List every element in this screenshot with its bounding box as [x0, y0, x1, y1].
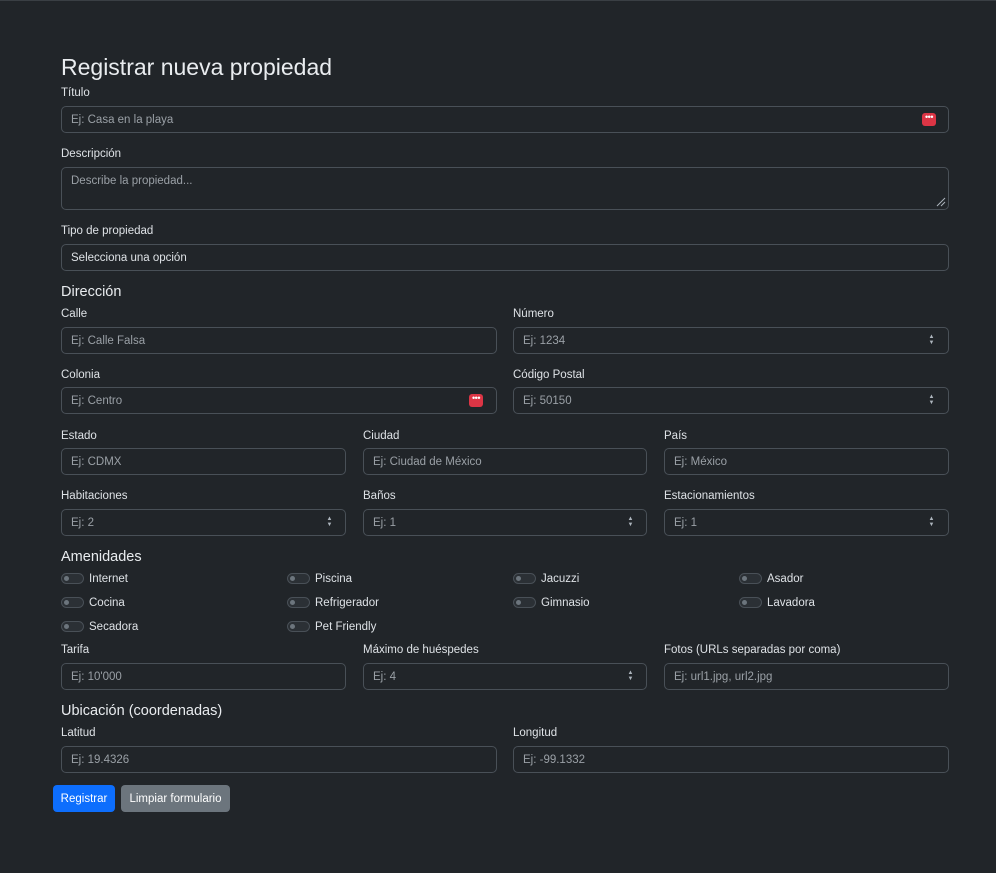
calle-input[interactable] — [61, 327, 497, 354]
tarifa-input[interactable] — [61, 663, 346, 690]
titulo-label: Título — [61, 87, 90, 99]
amenidad-piscina-label: Piscina — [315, 573, 353, 585]
password-manager-icon[interactable]: ••• — [922, 113, 936, 126]
ubicacion-heading: Ubicación (coordenadas) — [61, 703, 223, 719]
amenidad-cocina-switch[interactable] — [61, 597, 84, 608]
titulo-input[interactable] — [61, 106, 949, 133]
limpiar-formulario-button[interactable]: Limpiar formulario — [121, 785, 230, 812]
tipo-label: Tipo de propiedad — [61, 225, 154, 237]
banos-input[interactable] — [363, 509, 647, 536]
tipo-selected-value: Selecciona una opción — [71, 252, 187, 264]
longitud-input[interactable] — [513, 746, 949, 773]
cp-input[interactable] — [513, 387, 949, 414]
page-title: Registrar nueva propiedad — [61, 54, 333, 80]
amenidad-cocina-label: Cocina — [89, 597, 125, 609]
numero-input[interactable] — [513, 327, 949, 354]
cp-spinner-icon[interactable]: ▲ ▼ — [927, 394, 936, 406]
numero-spinner-icon[interactable]: ▲ ▼ — [927, 334, 936, 346]
amenidad-secadora-label: Secadora — [89, 621, 139, 633]
top-border — [0, 0, 996, 1]
habitaciones-input[interactable] — [61, 509, 346, 536]
huespedes-spinner-icon[interactable]: ▲ ▼ — [626, 670, 635, 682]
estacionamientos-spinner-icon[interactable]: ▲ ▼ — [927, 516, 936, 528]
huespedes-input[interactable] — [363, 663, 647, 690]
registrar-button[interactable]: Registrar — [53, 785, 115, 812]
fotos-input[interactable] — [664, 663, 949, 690]
tarifa-label: Tarifa — [61, 644, 90, 656]
habitaciones-spinner-icon[interactable]: ▲ ▼ — [325, 516, 334, 528]
amenidad-pet-friendly-label: Pet Friendly — [315, 621, 377, 633]
estado-label: Estado — [61, 430, 97, 442]
estacionamientos-input[interactable] — [664, 509, 949, 536]
colonia-label: Colonia — [61, 369, 100, 381]
amenidad-refrigerador-label: Refrigerador — [315, 597, 379, 609]
amenidad-gimnasio-label: Gimnasio — [541, 597, 590, 609]
amenidad-asador-switch[interactable] — [739, 573, 762, 584]
direccion-heading: Dirección — [61, 284, 122, 300]
banos-label: Baños — [363, 490, 396, 502]
password-manager-icon[interactable]: ••• — [469, 394, 483, 407]
amenidad-jacuzzi-switch[interactable] — [513, 573, 536, 584]
latitud-label: Latitud — [61, 727, 96, 739]
huespedes-label: Máximo de huéspedes — [363, 644, 479, 656]
amenidad-internet-label: Internet — [89, 573, 128, 585]
cp-label: Código Postal — [513, 369, 585, 381]
banos-spinner-icon[interactable]: ▲ ▼ — [626, 516, 635, 528]
resize-grip-icon[interactable] — [934, 195, 946, 207]
amenidad-lavadora-label: Lavadora — [767, 597, 815, 609]
amenidad-gimnasio-switch[interactable] — [513, 597, 536, 608]
amenidades-heading: Amenidades — [61, 549, 142, 565]
latitud-input[interactable] — [61, 746, 497, 773]
amenidad-asador-label: Asador — [767, 573, 804, 585]
estacionamientos-label: Estacionamientos — [664, 490, 755, 502]
amenidad-piscina-switch[interactable] — [287, 573, 310, 584]
longitud-label: Longitud — [513, 727, 558, 739]
amenidad-jacuzzi-label: Jacuzzi — [541, 573, 580, 585]
habitaciones-label: Habitaciones — [61, 490, 128, 502]
ciudad-label: Ciudad — [363, 430, 400, 442]
numero-label: Número — [513, 308, 554, 320]
ciudad-input[interactable] — [363, 448, 647, 475]
amenidad-refrigerador-switch[interactable] — [287, 597, 310, 608]
tipo-select[interactable]: Selecciona una opción — [61, 244, 949, 271]
pais-input[interactable] — [664, 448, 949, 475]
fotos-label: Fotos (URLs separadas por coma) — [664, 644, 841, 656]
descripcion-label: Descripción — [61, 148, 122, 160]
amenidad-lavadora-switch[interactable] — [739, 597, 762, 608]
calle-label: Calle — [61, 308, 88, 320]
colonia-input[interactable] — [61, 387, 497, 414]
amenidad-secadora-switch[interactable] — [61, 621, 84, 632]
amenidad-internet-switch[interactable] — [61, 573, 84, 584]
estado-input[interactable] — [61, 448, 346, 475]
pais-label: País — [664, 430, 688, 442]
descripcion-textarea[interactable] — [61, 167, 949, 210]
amenidad-pet-friendly-switch[interactable] — [287, 621, 310, 632]
